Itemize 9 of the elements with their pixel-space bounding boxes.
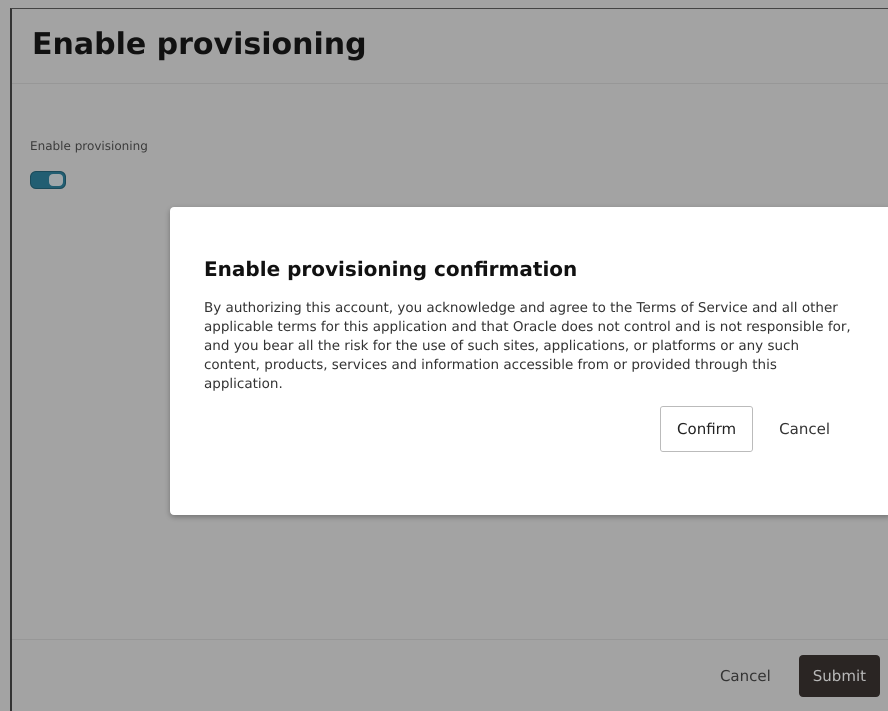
dialog-message: By authorizing this account, you acknowledge and agree to the Terms of Service and all other applicable terms for this application and that Oracle does not control and is not responsible for, and you bear all the risk for the use of such sites, applications, or platforms or any such content, products, services and information accessible from or provided through this application. — [204, 299, 852, 394]
page-title: Enable provisioning — [32, 27, 367, 62]
toggle-switch[interactable] — [30, 171, 66, 189]
cancel-button[interactable]: Cancel — [765, 406, 844, 452]
dialog-title: Enable provisioning confirmation — [204, 257, 578, 281]
cancel-button[interactable]: Cancel — [706, 657, 785, 695]
confirm-button[interactable]: Confirm — [660, 406, 754, 452]
submit-button[interactable]: Submit — [798, 655, 880, 697]
toggle-label: Enable provisioning — [30, 139, 148, 153]
